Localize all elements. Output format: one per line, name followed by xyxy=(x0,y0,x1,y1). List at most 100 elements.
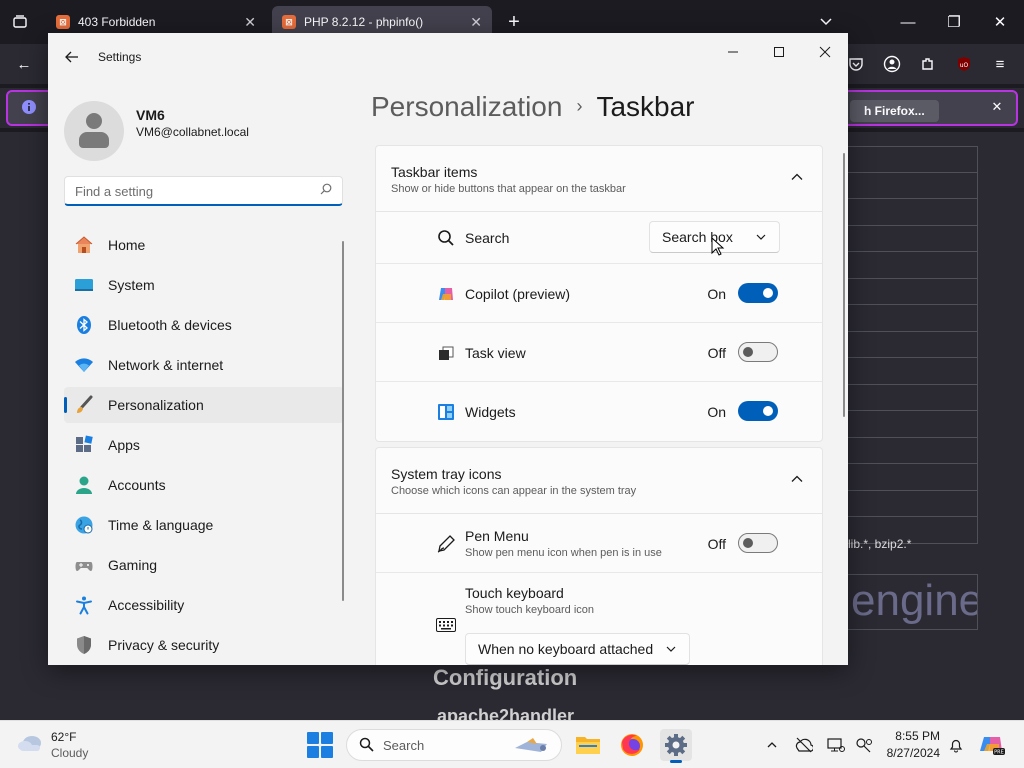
find-setting-box xyxy=(64,176,343,206)
toggle-state-text: Off xyxy=(707,536,726,552)
gear-icon xyxy=(665,734,687,756)
chevron-down-icon xyxy=(756,234,766,240)
network-disconnected-icon[interactable] xyxy=(794,735,814,755)
tab-title: 403 Forbidden xyxy=(78,15,156,29)
settings-window: Settings VM6 VM6@collabnet.local Home xyxy=(48,33,848,665)
minimize-button[interactable] xyxy=(710,37,756,67)
clock-time[interactable]: 8:55 PM xyxy=(895,729,940,743)
svg-text:uO: uO xyxy=(960,62,969,69)
search-highlight-icon xyxy=(515,738,547,752)
tab-close-icon[interactable]: ✕ xyxy=(470,14,482,31)
nav-item-personalization[interactable]: Personalization xyxy=(64,387,344,423)
nav-item-apps[interactable]: Apps xyxy=(64,427,344,463)
notification-action-button[interactable]: h Firefox... xyxy=(850,100,939,122)
clock-date[interactable]: 8/27/2024 xyxy=(887,746,940,760)
close-button[interactable] xyxy=(802,37,848,67)
tab-close-icon[interactable]: ✕ xyxy=(244,14,256,31)
find-setting-input[interactable] xyxy=(75,182,305,200)
windows-logo-icon xyxy=(307,732,319,744)
chevron-up-icon[interactable] xyxy=(790,170,804,184)
chevron-down-icon xyxy=(666,646,676,652)
nav-label: Time & language xyxy=(108,517,214,533)
pen-menu-toggle[interactable] xyxy=(738,533,778,553)
weather-condition: Cloudy xyxy=(51,746,89,760)
profile-name: VM6 xyxy=(136,107,165,123)
maximize-button[interactable] xyxy=(756,37,802,67)
nav-item-gaming[interactable]: Gaming xyxy=(64,547,344,583)
widgets-row: Widgets On xyxy=(376,382,822,441)
display-icon[interactable] xyxy=(826,735,846,755)
row-label: Touch keyboard xyxy=(465,585,564,601)
nav-item-home[interactable]: Home xyxy=(64,227,344,263)
keyboard-icon xyxy=(436,615,456,635)
widgets-toggle[interactable] xyxy=(738,401,778,421)
list-all-tabs-icon[interactable] xyxy=(812,8,840,36)
back-arrow-icon[interactable] xyxy=(62,47,82,67)
copilot-toggle[interactable] xyxy=(738,283,778,303)
nav-scrollbar[interactable] xyxy=(342,241,344,601)
phpinfo-heading: Configuration xyxy=(433,665,578,690)
close-icon[interactable]: ✕ xyxy=(986,8,1014,36)
globe-icon xyxy=(74,515,94,535)
taskbar-search[interactable]: Search xyxy=(346,729,562,761)
chevron-up-icon[interactable] xyxy=(790,472,804,486)
apps-icon xyxy=(74,435,94,455)
search-icon[interactable] xyxy=(320,183,332,198)
breadcrumb: Personalization › Taskbar xyxy=(371,91,695,123)
restore-icon[interactable]: ❐ xyxy=(940,8,968,36)
toggle-state-text: Off xyxy=(707,345,726,361)
breadcrumb-parent[interactable]: Personalization xyxy=(371,91,562,122)
tab-list-icon[interactable] xyxy=(6,8,34,36)
settings-app-button[interactable] xyxy=(660,729,692,763)
search-icon xyxy=(359,737,374,755)
windows-taskbar: 62°F Cloudy Search 8:55 PM 8/27/2024 PRE xyxy=(0,720,1024,768)
new-tab-icon[interactable]: + xyxy=(500,8,528,36)
title-bar: Settings xyxy=(48,33,848,81)
system-tray-header[interactable]: System tray icons Choose which icons can… xyxy=(376,448,822,514)
menu-icon[interactable]: ≡ xyxy=(986,50,1014,78)
account-icon[interactable] xyxy=(878,50,906,78)
nav-label: Home xyxy=(108,237,146,253)
ublock-icon[interactable]: uO xyxy=(950,50,978,78)
task-view-row: Task view Off xyxy=(376,323,822,382)
notification-bell-icon[interactable] xyxy=(946,735,966,755)
back-icon[interactable]: ← xyxy=(10,50,38,78)
extensions-icon[interactable] xyxy=(914,50,942,78)
toggle-state-text: On xyxy=(707,286,726,302)
info-icon xyxy=(16,94,42,120)
file-explorer-button[interactable] xyxy=(572,729,604,761)
show-hidden-icons-chevron-icon[interactable] xyxy=(762,735,782,755)
nav-item-privacy[interactable]: Privacy & security xyxy=(64,627,344,663)
search-label: Search xyxy=(383,738,425,753)
nav-label: Apps xyxy=(108,437,140,453)
nav-label: Bluetooth & devices xyxy=(108,317,232,333)
row-label: Search xyxy=(465,230,510,246)
toggle-state-text: On xyxy=(707,404,726,420)
minimize-icon[interactable]: — xyxy=(894,8,922,36)
user-profile[interactable]: VM6 VM6@collabnet.local xyxy=(64,101,344,161)
content-scrollbar[interactable] xyxy=(843,153,845,417)
firefox-icon xyxy=(621,734,643,756)
nav-item-network[interactable]: Network & internet xyxy=(64,347,344,383)
xampp-favicon-icon: ⊠ xyxy=(56,15,70,29)
section-subtitle: Choose which icons can appear in the sys… xyxy=(391,485,637,497)
start-button[interactable] xyxy=(307,732,333,758)
touch-keyboard-dropdown[interactable]: When no keyboard attached xyxy=(465,633,690,665)
taskbar-items-header[interactable]: Taskbar items Show or hide buttons that … xyxy=(376,146,822,212)
nav-item-time-language[interactable]: Time & language xyxy=(64,507,344,543)
row-label: Task view xyxy=(465,345,526,361)
task-view-toggle[interactable] xyxy=(738,342,778,362)
nav-item-accessibility[interactable]: Accessibility xyxy=(64,587,344,623)
home-icon xyxy=(74,235,94,255)
location-sync-icon[interactable] xyxy=(854,735,874,755)
notification-close-icon[interactable]: ✕ xyxy=(984,94,1010,120)
task-view-icon xyxy=(436,343,456,363)
copilot-row: Copilot (preview) On xyxy=(376,264,822,323)
accounts-icon xyxy=(74,475,94,495)
nav-item-bluetooth[interactable]: Bluetooth & devices xyxy=(64,307,344,343)
firefox-button[interactable] xyxy=(616,729,648,761)
copilot-taskbar-icon[interactable]: PRE xyxy=(978,735,1006,756)
nav-item-system[interactable]: System xyxy=(64,267,344,303)
nav-item-accounts[interactable]: Accounts xyxy=(64,467,344,503)
settings-content: Taskbar items Show or hide buttons that … xyxy=(375,145,823,665)
